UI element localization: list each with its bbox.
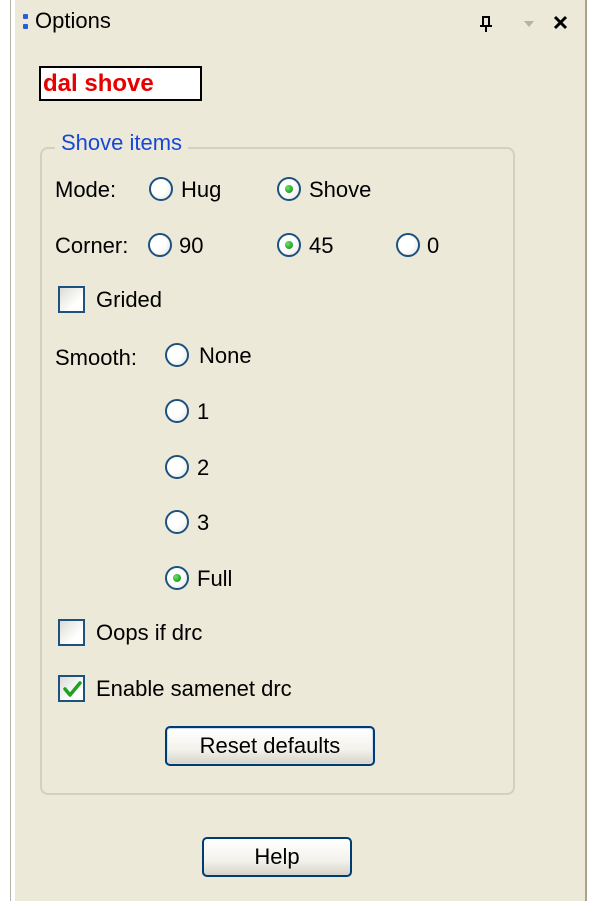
panel-right-edge — [587, 0, 602, 901]
corner-45-radio[interactable] — [277, 233, 301, 257]
close-icon[interactable] — [551, 11, 571, 33]
corner-90-radio[interactable] — [148, 233, 172, 257]
checkmark-icon — [63, 681, 82, 697]
enable-samenet-drc-label[interactable]: Enable samenet drc — [96, 676, 292, 702]
mode-hug-label[interactable]: Hug — [181, 177, 221, 203]
corner-90-label[interactable]: 90 — [179, 233, 203, 259]
grided-checkbox[interactable] — [58, 286, 85, 313]
enable-samenet-drc-checkbox[interactable] — [58, 675, 85, 702]
smooth-none-label[interactable]: None — [199, 343, 252, 369]
pin-icon[interactable] — [478, 12, 494, 34]
tool-name-label: dal shove — [39, 66, 202, 101]
chevron-down-icon[interactable] — [521, 12, 537, 34]
panel-content: Options dal shove Shove items Mode: Hug … — [15, 0, 585, 901]
mode-shove-radio[interactable] — [277, 177, 301, 201]
reset-defaults-button[interactable]: Reset defaults — [165, 726, 375, 766]
oops-if-drc-checkbox[interactable] — [58, 619, 85, 646]
smooth-full-label[interactable]: Full — [197, 566, 232, 592]
help-button[interactable]: Help — [202, 837, 352, 877]
smooth-2-radio[interactable] — [165, 455, 189, 479]
smooth-1-label[interactable]: 1 — [197, 399, 209, 425]
smooth-none-radio[interactable] — [165, 343, 189, 367]
panel-title: Options — [35, 8, 111, 33]
options-panel: Options dal shove Shove items Mode: Hug … — [0, 0, 602, 901]
corner-label: Corner: — [55, 233, 129, 258]
mode-shove-label[interactable]: Shove — [309, 177, 371, 203]
corner-45-label[interactable]: 45 — [309, 233, 333, 259]
smooth-label: Smooth: — [55, 345, 137, 370]
corner-0-radio[interactable] — [396, 233, 420, 257]
smooth-3-label[interactable]: 3 — [197, 510, 209, 536]
smooth-2-label[interactable]: 2 — [197, 455, 209, 481]
mode-hug-radio[interactable] — [149, 177, 173, 201]
panel-left-edge — [0, 0, 15, 901]
oops-if-drc-label[interactable]: Oops if drc — [96, 620, 202, 646]
mode-label: Mode: — [55, 177, 117, 202]
corner-0-label[interactable]: 0 — [427, 233, 439, 259]
grided-label[interactable]: Grided — [96, 287, 162, 313]
smooth-1-radio[interactable] — [165, 399, 189, 423]
smooth-3-radio[interactable] — [165, 510, 189, 534]
drag-grip-icon[interactable] — [23, 14, 28, 32]
panel-left-border — [10, 0, 11, 901]
smooth-full-radio[interactable] — [165, 566, 189, 590]
shove-items-legend: Shove items — [55, 130, 189, 156]
panel-titlebar[interactable]: Options — [15, 0, 585, 44]
